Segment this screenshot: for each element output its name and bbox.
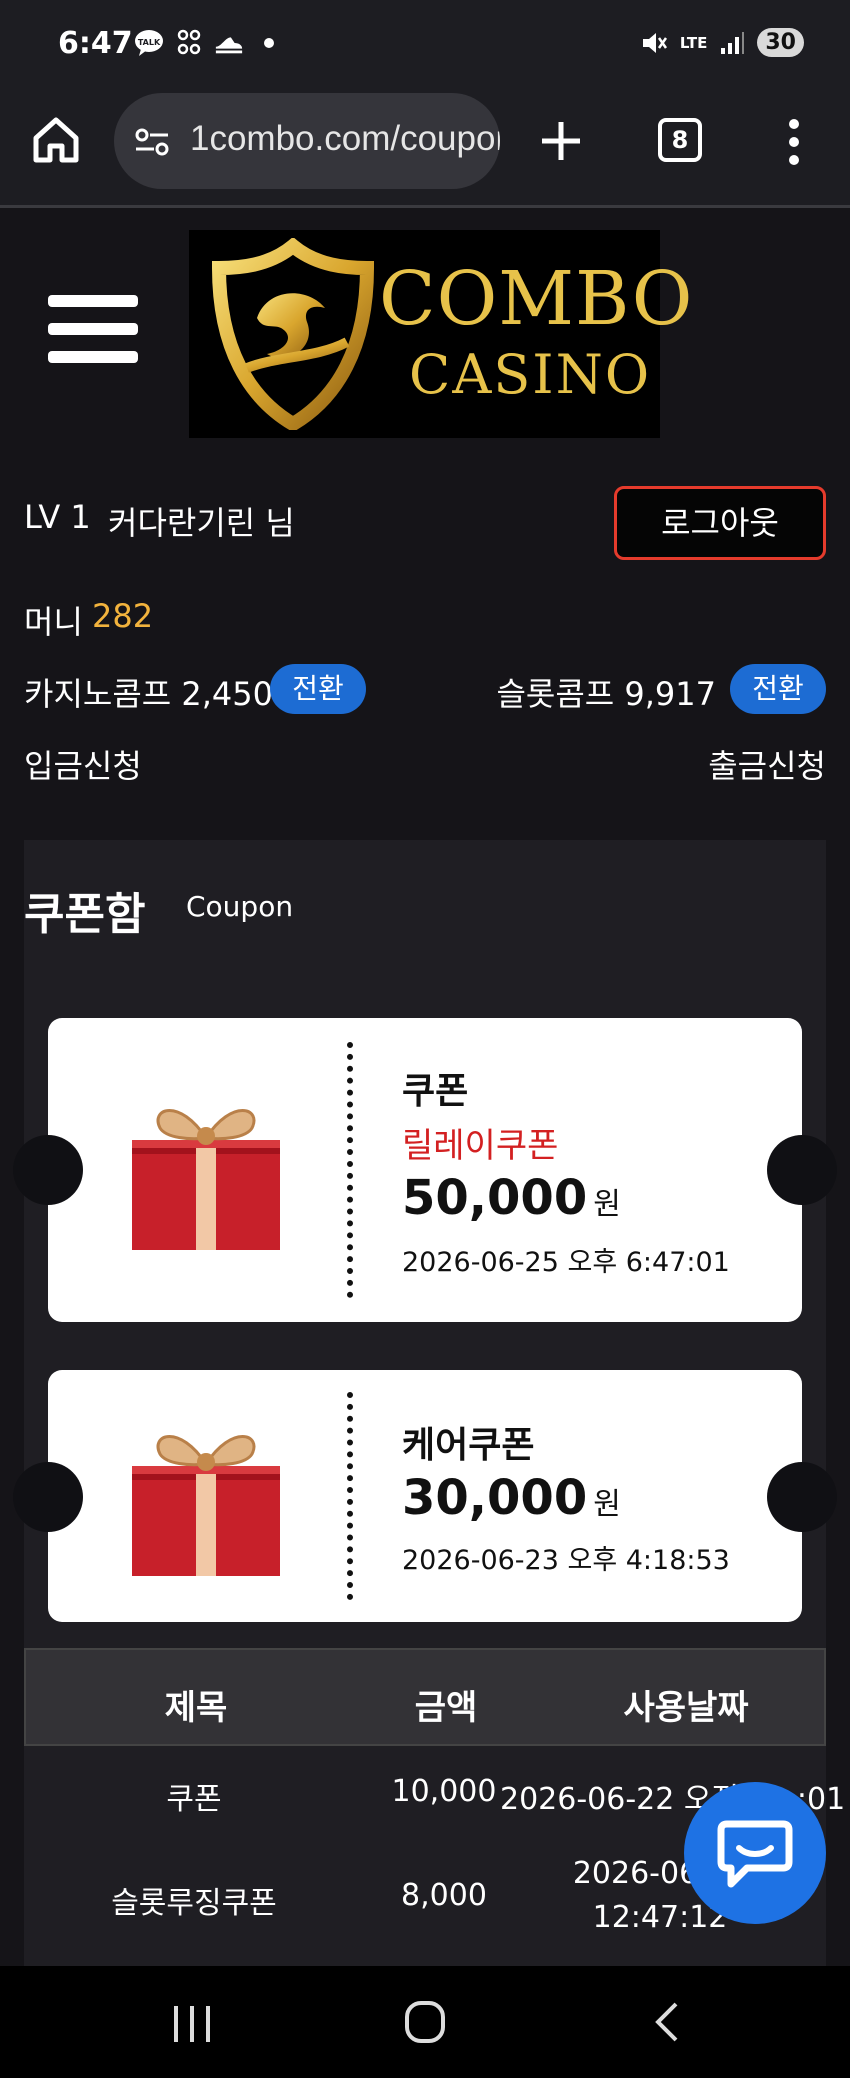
coupon-card[interactable]: 쿠폰 릴레이쿠폰 50,000 원 2026-06-25 오후 6:47:01	[13, 1018, 837, 1322]
svg-text:TALK: TALK	[138, 38, 161, 47]
browser-menu-button[interactable]	[784, 116, 804, 168]
logo-wordmark: COMBO CASINO	[379, 262, 693, 402]
hamburger-line	[48, 351, 138, 363]
battery-level: 30	[757, 28, 804, 57]
casino-comp-points: 카지노콤프 2,450	[24, 675, 273, 713]
coupon-date: 2026-06-23 오후 4:18:53	[402, 1545, 730, 1576]
slot-comp-convert-button[interactable]: 전환	[730, 664, 826, 714]
coupon-unit: 원	[593, 1487, 621, 1522]
money-label: 머니	[24, 603, 83, 641]
home-icon	[33, 117, 79, 163]
cell-title: 쿠폰	[166, 1782, 222, 1817]
signal-icon	[721, 31, 745, 54]
shoe-icon	[214, 28, 244, 58]
logout-button[interactable]: 로그아웃	[614, 486, 826, 560]
coupon-amount-line: 50,000 원	[402, 1170, 621, 1226]
coupon-title: 쿠폰	[402, 1071, 469, 1112]
recent-apps-icon[interactable]	[170, 2004, 214, 2044]
coupon-card[interactable]: 케어쿠폰 30,000 원 2026-06-23 오후 4:18:53	[13, 1370, 837, 1622]
app-notification-icon	[174, 28, 204, 58]
user-name: 커다란기린 님	[108, 504, 295, 542]
site-logo[interactable]: COMBO CASINO	[189, 230, 692, 438]
gift-box-icon	[132, 1435, 280, 1576]
coupon-unit: 원	[593, 1187, 621, 1222]
system-nav-bar	[0, 1966, 850, 2078]
ticket-notch	[13, 1135, 83, 1205]
home-nav-icon[interactable]	[404, 2000, 446, 2044]
lte-icon: LTE	[679, 33, 708, 52]
column-header-date: 사용날짜	[623, 1688, 749, 1728]
hamburger-line	[48, 323, 138, 335]
site-header: COMBO CASINO	[0, 230, 850, 438]
coupon-section-subtitle: Coupon	[186, 890, 294, 923]
column-header-amount: 금액	[414, 1688, 478, 1728]
perforation-line	[347, 1042, 353, 1298]
perforation-line	[347, 1392, 353, 1600]
logo-line-casino: CASINO	[409, 343, 652, 406]
slot-comp-points: 슬롯콤프 9,917	[496, 675, 716, 713]
notification-icons: TALK	[134, 28, 284, 58]
shield-logo-icon	[211, 238, 375, 430]
logo-line-combo: COMBO	[379, 256, 694, 342]
live-chat-button[interactable]	[684, 1782, 826, 1924]
status-bar: 6:47 TALK LTE 30	[0, 0, 850, 90]
coupon-amount: 30,000	[402, 1470, 588, 1526]
user-level: LV 1	[24, 498, 91, 536]
ticket-notch	[767, 1462, 837, 1532]
coupon-subtitle: 릴레이쿠폰	[402, 1126, 559, 1166]
coupon-amount: 50,000	[402, 1170, 588, 1226]
dot-icon	[254, 28, 284, 58]
table-header: 제목 금액 사용날짜	[24, 1648, 826, 1746]
new-tab-button[interactable]	[536, 116, 586, 166]
site-settings-icon[interactable]	[134, 127, 170, 157]
plus-icon	[542, 122, 580, 160]
mute-icon	[642, 32, 667, 53]
column-header-title: 제목	[164, 1688, 228, 1728]
cell-title: 슬롯루징쿠폰	[111, 1886, 277, 1921]
coupon-amount-line: 30,000 원	[402, 1470, 621, 1526]
deposit-request-link[interactable]: 입금신청	[24, 741, 142, 787]
url-text: 1combo.com/coupon	[190, 119, 500, 158]
cell-amount: 8,000	[401, 1878, 487, 1913]
talk-icon: TALK	[134, 28, 164, 58]
money-value: 282	[92, 597, 154, 635]
status-time: 6:47	[58, 26, 133, 61]
coupon-date: 2026-06-25 오후 6:47:01	[402, 1247, 730, 1278]
gift-box-icon	[132, 1109, 280, 1250]
tab-switcher-button[interactable]: 8	[658, 118, 702, 162]
ticket-notch	[767, 1135, 837, 1205]
more-vert-icon	[789, 119, 799, 165]
home-button[interactable]	[30, 114, 82, 166]
coupon-title: 케어쿠폰	[402, 1425, 535, 1466]
coupon-section-title: 쿠폰함	[24, 889, 146, 940]
chat-bubble-icon	[717, 1820, 793, 1888]
address-bar[interactable]: 1combo.com/coupon	[114, 93, 500, 189]
ticket-notch	[13, 1462, 83, 1532]
browser-toolbar: 1combo.com/coupon 8	[0, 90, 850, 208]
casino-comp-convert-button[interactable]: 전환	[270, 664, 366, 714]
hamburger-menu-button[interactable]	[48, 295, 138, 375]
hamburger-line	[48, 295, 138, 307]
back-icon[interactable]	[652, 2000, 682, 2044]
withdraw-request-link[interactable]: 출금신청	[708, 741, 826, 787]
system-icons: LTE 30	[640, 28, 804, 57]
